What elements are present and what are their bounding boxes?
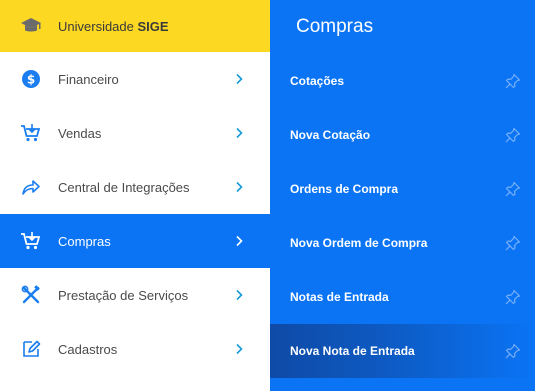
chevron-right-icon [224, 52, 254, 106]
submenu-item-label: Nova Ordem de Compra [290, 236, 428, 250]
menu-item-financeiro[interactable]: $ Financeiro [0, 52, 270, 106]
pin-icon[interactable] [501, 285, 525, 309]
tools-icon [19, 283, 43, 307]
menu-item-cadastros[interactable]: Cadastros [0, 322, 270, 376]
pin-icon[interactable] [501, 177, 525, 201]
chevron-right-icon [224, 214, 254, 268]
menu-item-label: Financeiro [58, 71, 119, 87]
pin-icon[interactable] [501, 69, 525, 93]
submenu-item-nova-cotacao[interactable]: Nova Cotação [270, 108, 535, 162]
menu-item-label: Compras [58, 233, 111, 249]
menu-item-label: Cadastros [58, 341, 118, 357]
submenu-item-label: Cotações [290, 74, 345, 88]
submenu-item-nova-nota-entrada[interactable]: Nova Nota de Entrada [270, 324, 535, 378]
menu-item-compras[interactable]: Compras [0, 214, 270, 268]
graduation-cap-icon [19, 14, 43, 38]
menu-item-central-integracoes[interactable]: Central de Integrações [0, 160, 270, 214]
svg-text:$: $ [27, 73, 35, 87]
submenu-panel: Compras Cotações Nova Cotação Ordens de … [270, 0, 535, 391]
brand-header[interactable]: Universidade SIGE [0, 0, 270, 52]
menu-item-vendas[interactable]: Vendas [0, 106, 270, 160]
submenu-item-label: Notas de Entrada [290, 290, 389, 304]
brand-title: Universidade SIGE [58, 18, 169, 34]
submenu-item-label: Nova Cotação [290, 128, 371, 142]
menu-item-prestacao-servicos[interactable]: Prestação de Serviços [0, 268, 270, 322]
dollar-circle-icon: $ [19, 67, 43, 91]
submenu-item-label: Ordens de Compra [290, 182, 399, 196]
menu-item-label: Vendas [58, 125, 102, 141]
submenu-item-label: Nova Nota de Entrada [290, 344, 415, 358]
edit-icon [19, 337, 43, 361]
main-menu: $ Financeiro Vendas Central de Integraçõ… [0, 52, 270, 376]
menu-item-label: Central de Integrações [58, 179, 190, 195]
sidebar: Universidade SIGE $ Financeiro Vendas Ce… [0, 0, 270, 391]
submenu-title: Compras [296, 16, 374, 37]
submenu-item-notas-entrada[interactable]: Notas de Entrada [270, 270, 535, 324]
chevron-right-icon [224, 160, 254, 214]
pin-icon[interactable] [501, 339, 525, 363]
cart-add-icon [19, 121, 43, 145]
submenu-item-ordens-compra[interactable]: Ordens de Compra [270, 162, 535, 216]
submenu-item-cotacoes[interactable]: Cotações [270, 54, 535, 108]
pin-icon[interactable] [501, 123, 525, 147]
cart-add-icon [19, 229, 43, 253]
chevron-right-icon [224, 106, 254, 160]
chevron-right-icon [224, 268, 254, 322]
submenu-item-nova-ordem-compra[interactable]: Nova Ordem de Compra [270, 216, 535, 270]
menu-item-label: Prestação de Serviços [58, 287, 189, 303]
pin-icon[interactable] [501, 231, 525, 255]
chevron-right-icon [224, 322, 254, 376]
share-arrow-icon [19, 175, 43, 199]
